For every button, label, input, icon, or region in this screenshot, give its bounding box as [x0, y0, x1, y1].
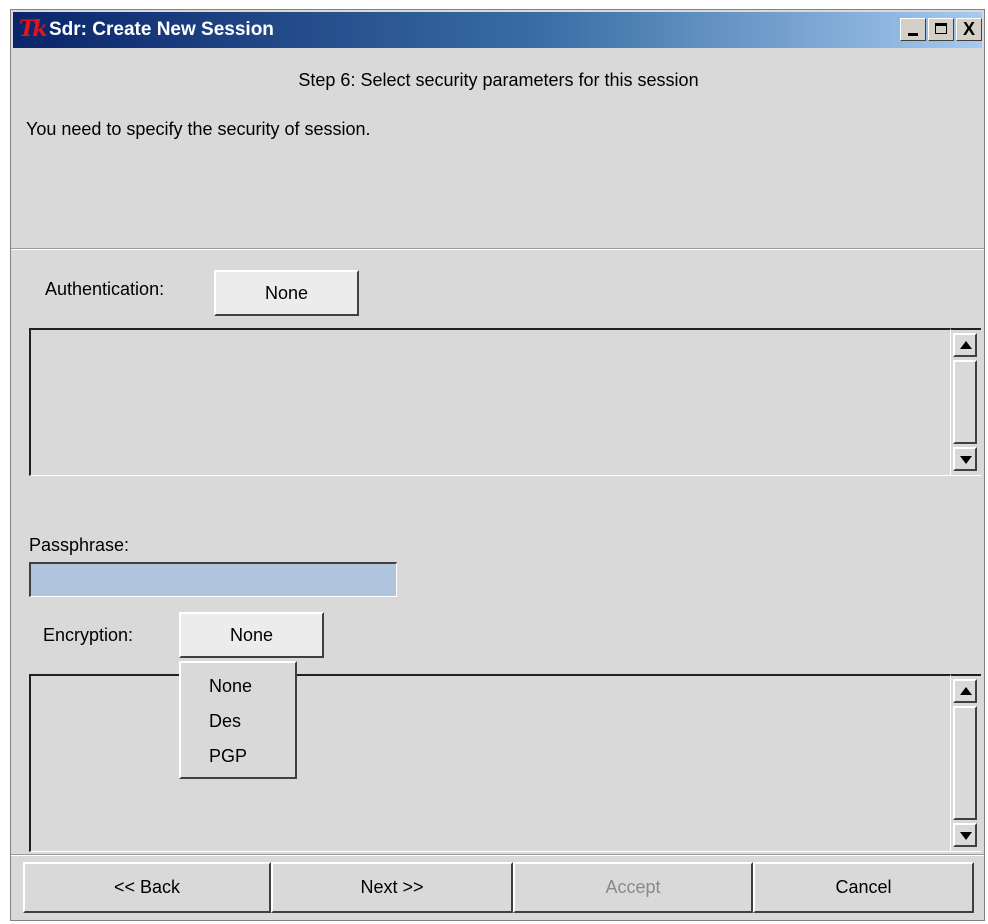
- encryption-option-none[interactable]: None: [181, 669, 295, 704]
- authentication-label: Authentication:: [45, 279, 165, 299]
- window-title: Sdr: Create New Session: [49, 19, 274, 40]
- accept-button[interactable]: Accept: [513, 862, 753, 913]
- bottom-separator: [11, 854, 984, 856]
- passphrase-input[interactable]: [29, 562, 397, 597]
- scroll-up-button[interactable]: [953, 333, 977, 357]
- window-controls: X: [900, 18, 982, 41]
- minimize-button[interactable]: [900, 18, 926, 41]
- arrow-down-icon: [960, 456, 972, 464]
- authentication-details-text[interactable]: [29, 328, 951, 476]
- encryption-scrollbar[interactable]: [951, 674, 981, 852]
- scroll-down-button[interactable]: [953, 447, 977, 471]
- step-heading: Step 6: Select security parameters for t…: [298, 70, 699, 90]
- scroll-thumb[interactable]: [953, 706, 977, 820]
- encryption-details-text[interactable]: [29, 674, 951, 852]
- authentication-menubutton[interactable]: None: [214, 270, 359, 316]
- step-description: You need to specify the security of sess…: [26, 119, 371, 139]
- scroll-down-button[interactable]: [953, 823, 977, 847]
- maximize-button[interactable]: [928, 18, 954, 41]
- close-icon: X: [962, 19, 975, 39]
- authentication-scrollbar[interactable]: [951, 328, 981, 476]
- scroll-up-button[interactable]: [953, 679, 977, 703]
- arrow-up-icon: [960, 687, 972, 695]
- top-separator: [11, 248, 984, 250]
- title-bar[interactable]: Tk Sdr: Create New Session X: [13, 12, 982, 48]
- wizard-button-bar: << Back Next >> Accept Cancel: [23, 862, 974, 913]
- close-button[interactable]: X: [956, 18, 982, 41]
- tk-logo-icon: Tk: [19, 16, 48, 42]
- arrow-down-icon: [960, 832, 972, 840]
- passphrase-label: Passphrase:: [29, 535, 130, 555]
- cancel-button[interactable]: Cancel: [753, 862, 974, 913]
- next-button[interactable]: Next >>: [271, 862, 513, 913]
- create-session-window: Tk Sdr: Create New Session X Step 6: Sel…: [10, 9, 985, 921]
- encryption-menubutton[interactable]: None: [179, 612, 324, 658]
- arrow-up-icon: [960, 341, 972, 349]
- encryption-label: Encryption:: [43, 625, 134, 645]
- encryption-dropdown-menu: None Des PGP: [179, 661, 297, 779]
- encryption-option-des[interactable]: Des: [181, 704, 295, 739]
- minimize-icon: [908, 33, 918, 36]
- back-button[interactable]: << Back: [23, 862, 271, 913]
- maximize-icon: [935, 23, 947, 34]
- scroll-thumb[interactable]: [953, 360, 977, 444]
- encryption-option-pgp[interactable]: PGP: [181, 739, 295, 774]
